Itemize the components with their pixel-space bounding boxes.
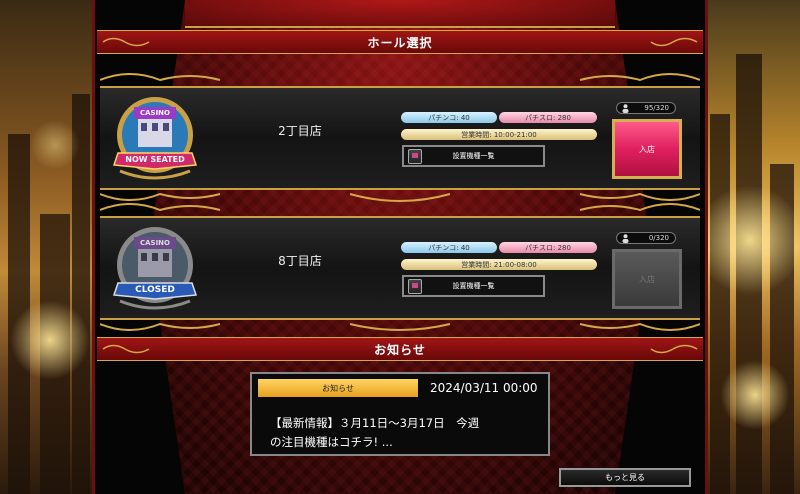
occupancy-count: 95/320 xyxy=(616,102,676,114)
city-background-right xyxy=(700,0,800,494)
slot-machine-icon xyxy=(408,149,422,164)
news-body: 【最新情報】３月11日～3月17日 今週 の注目機種はコチラ! ... xyxy=(270,416,480,449)
occupancy-count: 0/320 xyxy=(616,232,676,244)
ornament-icon xyxy=(650,344,698,354)
ornament-icon xyxy=(650,37,698,47)
gold-ornament-strip xyxy=(100,192,700,212)
pachinko-count: パチンコ: 40 xyxy=(401,112,497,123)
pachislot-count: パチスロ: 280 xyxy=(499,112,597,123)
casino-badge-icon: CASINO xyxy=(112,227,198,310)
news-item[interactable]: お知らせ 2024/03/11 00:00 【最新情報】３月11日～3月17日 … xyxy=(250,372,550,456)
business-hours: 営業時間: 10:00-21:00 xyxy=(401,129,597,140)
svg-text:CASINO: CASINO xyxy=(140,239,170,247)
news-title: お知らせ xyxy=(374,342,426,357)
hall-name: 8丁目店 xyxy=(278,254,322,268)
ornament-icon xyxy=(102,344,150,354)
enter-button[interactable]: 入店 xyxy=(612,119,682,179)
hall-name: 2丁目店 xyxy=(278,124,322,138)
pachinko-count: パチンコ: 40 xyxy=(401,242,497,253)
gold-ornament-strip xyxy=(100,322,700,331)
casino-badge-icon: CASINO xyxy=(112,97,198,180)
stage-top xyxy=(185,0,615,28)
more-button[interactable]: もっと見る xyxy=(559,468,691,487)
pachislot-count: パチスロ: 280 xyxy=(499,242,597,253)
gold-ornament-strip xyxy=(100,73,700,82)
slot-machine-icon xyxy=(408,279,422,294)
enter-button[interactable]: 入店 xyxy=(612,249,682,309)
news-date: 2024/03/11 00:00 xyxy=(430,381,538,395)
machine-list-button[interactable]: 設置機種一覧 xyxy=(402,275,545,297)
status-badge: CLOSED xyxy=(135,285,175,295)
hall-row-1: CASINO NOW SEATED 2丁目店 パチンコ: 40 パチスロ: 28… xyxy=(100,86,700,190)
city-background-left xyxy=(0,0,100,494)
news-tag: お知らせ xyxy=(258,379,418,397)
status-badge: NOW SEATED xyxy=(125,155,185,164)
machine-list-button[interactable]: 設置機種一覧 xyxy=(402,145,545,167)
hall-row-2: CASINO CLOSED 8丁目店 パチンコ: 40 パチスロ: 280 営業… xyxy=(100,216,700,320)
svg-text:CASINO: CASINO xyxy=(140,109,170,117)
hall-select-header: ホール選択 xyxy=(97,30,703,54)
news-header: お知らせ xyxy=(97,337,703,361)
page-title: ホール選択 xyxy=(367,35,433,50)
ornament-icon xyxy=(102,37,150,47)
person-icon xyxy=(622,104,629,113)
person-icon xyxy=(622,234,629,243)
business-hours: 営業時間: 21:00-08:00 xyxy=(401,259,597,270)
